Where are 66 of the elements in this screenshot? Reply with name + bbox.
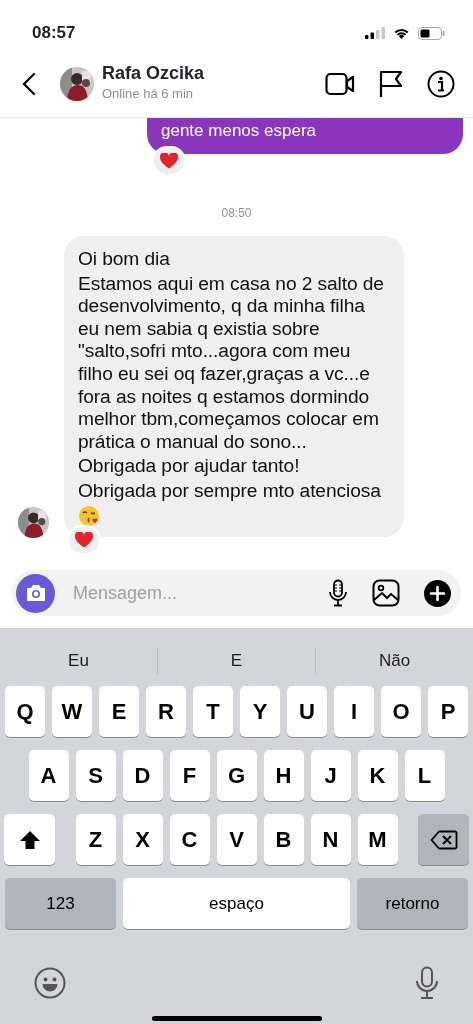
suggestion-button[interactable]: Eu — [0, 638, 157, 684]
status-time: 08:57 — [32, 22, 76, 45]
key[interactable]: G — [216, 750, 257, 801]
suggestion-button[interactable]: Não — [316, 638, 473, 684]
back-button[interactable] — [22, 71, 36, 96]
suggestion-button[interactable]: E — [158, 638, 315, 684]
key[interactable]: C — [169, 814, 210, 865]
return-key[interactable]: retorno — [357, 878, 468, 929]
numbers-key[interactable]: 123 — [5, 878, 116, 929]
key[interactable]: L — [404, 750, 445, 801]
key[interactable]: S — [75, 750, 116, 801]
key[interactable]: T — [193, 686, 233, 737]
camera-button[interactable] — [16, 573, 55, 613]
key[interactable]: N — [310, 814, 351, 865]
key[interactable]: A — [28, 750, 69, 801]
message-text: Oi bom dia — [78, 248, 171, 271]
gallery-button[interactable] — [372, 579, 400, 607]
key[interactable]: Z — [75, 814, 116, 865]
message-text: Obrigada por ajudar tanto! — [78, 455, 301, 478]
message-field[interactable]: Mensagem... — [12, 570, 461, 616]
key[interactable]: K — [357, 750, 398, 801]
delete-key[interactable] — [418, 814, 469, 865]
key[interactable]: E — [99, 686, 139, 737]
wifi-icon — [393, 27, 410, 39]
key[interactable]: J — [310, 750, 351, 801]
message-text: Estamos aqui em casa no 2 salto de desenvolvimento, q da minha filha eu nem sabia q existia sobre "salto,sofri mto...agora com meu filho eu sei oq fazer,graças a vc...e fora as noites q estamos dormindo melhor tbm,começamos colocar em prática o manual do sono... — [78, 272, 385, 454]
video-call-button[interactable] — [325, 71, 355, 96]
signal-icon — [365, 27, 385, 39]
message-text: Obrigada por sempre mto atenciosa — [78, 479, 382, 503]
contact-name: Rafa Ozcika — [102, 63, 206, 84]
key[interactable]: W — [52, 686, 92, 737]
reaction-badge[interactable] — [152, 146, 186, 176]
flag-button[interactable] — [379, 69, 403, 98]
shift-icon — [18, 829, 41, 850]
online-status: Online há 6 min — [102, 84, 195, 103]
reaction-badge[interactable] — [67, 525, 101, 556]
key[interactable]: Q — [5, 686, 45, 737]
emoji-button[interactable] — [34, 967, 66, 999]
delete-icon — [429, 829, 458, 850]
back-icon — [22, 71, 36, 96]
message-input[interactable]: Mensagem... — [71, 578, 312, 608]
space-key[interactable]: espaço — [123, 878, 350, 929]
camera-icon — [24, 584, 47, 602]
heart-icon — [160, 153, 178, 169]
key[interactable]: M — [357, 814, 398, 865]
battery-icon — [418, 26, 445, 40]
key[interactable]: H — [263, 750, 304, 801]
message-time: 08:50 — [221, 206, 252, 220]
key[interactable]: D — [122, 750, 163, 801]
message-text: gente menos espera — [161, 120, 317, 142]
key[interactable]: P — [428, 686, 468, 737]
key[interactable]: V — [216, 814, 257, 865]
info-button[interactable] — [427, 69, 455, 98]
key[interactable]: Y — [240, 686, 280, 737]
heart-icon — [75, 532, 93, 549]
key[interactable]: I — [334, 686, 374, 737]
key[interactable]: X — [122, 814, 163, 865]
shift-key[interactable] — [4, 814, 55, 865]
add-button[interactable] — [424, 579, 451, 607]
microphone-button[interactable] — [328, 579, 348, 607]
key[interactable]: U — [287, 686, 327, 737]
key[interactable]: F — [169, 750, 210, 801]
key[interactable]: B — [263, 814, 304, 865]
dictation-button[interactable] — [415, 966, 439, 1000]
key[interactable]: R — [146, 686, 186, 737]
key[interactable]: O — [381, 686, 421, 737]
